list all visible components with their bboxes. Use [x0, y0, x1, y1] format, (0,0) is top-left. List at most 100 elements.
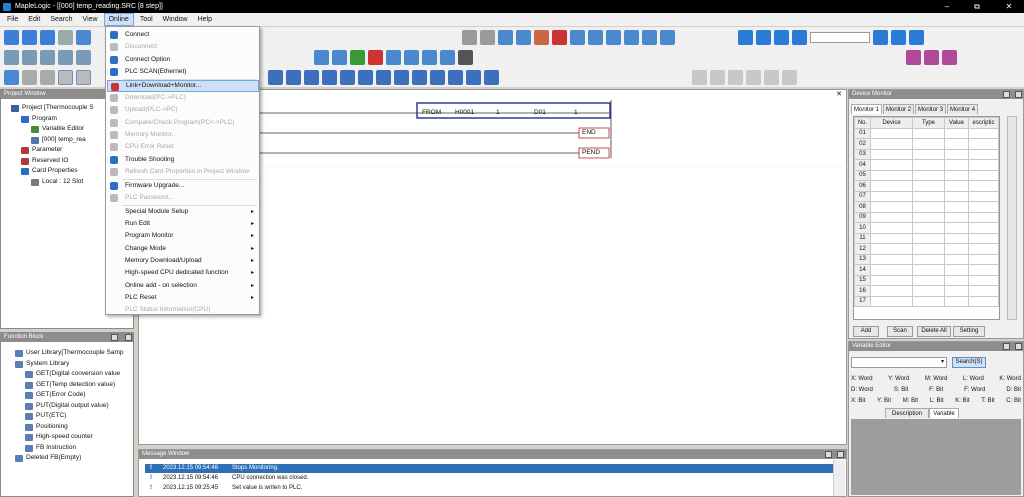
- setting-button[interactable]: Setting: [953, 326, 985, 337]
- menu-item[interactable]: Change Mode ▸: [107, 243, 259, 255]
- variable-type-option[interactable]: M: Bit: [903, 396, 918, 406]
- table-cell[interactable]: [968, 232, 999, 244]
- close-icon[interactable]: [125, 334, 132, 341]
- menu-file[interactable]: File: [3, 13, 22, 26]
- tool-icon[interactable]: [314, 49, 329, 65]
- tool-icon[interactable]: [728, 69, 743, 85]
- close-icon[interactable]: [1015, 91, 1022, 98]
- variable-type-option[interactable]: X: Bit: [851, 396, 865, 406]
- table-cell[interactable]: [870, 169, 913, 181]
- tool-icon[interactable]: [4, 49, 19, 65]
- table-cell[interactable]: [912, 211, 945, 223]
- undo-icon[interactable]: [462, 29, 477, 45]
- tree-item[interactable]: High-speed counter: [15, 432, 133, 443]
- table-cell[interactable]: [968, 148, 999, 160]
- tab-monitor-1[interactable]: Monitor 1: [851, 104, 883, 114]
- ladder-tool-icon[interactable]: [430, 69, 445, 85]
- table-cell[interactable]: [870, 201, 913, 213]
- table-cell[interactable]: [912, 222, 945, 234]
- table-cell[interactable]: [870, 148, 913, 160]
- table-cell[interactable]: [870, 264, 913, 276]
- toolbar-dropdown[interactable]: [810, 31, 870, 43]
- tab-variable[interactable]: Variable: [929, 408, 959, 418]
- variable-type-option[interactable]: C: Bit: [1006, 396, 1021, 406]
- tab-monitor-2[interactable]: Monitor 2: [883, 104, 915, 114]
- ladder-tool-icon[interactable]: [412, 69, 427, 85]
- table-cell[interactable]: [968, 138, 999, 150]
- tool-icon[interactable]: [458, 49, 473, 65]
- scrollbar[interactable]: [833, 460, 845, 496]
- redo-icon[interactable]: [480, 29, 495, 45]
- table-cell[interactable]: [870, 211, 913, 223]
- tree-item[interactable]: FB Instruction: [15, 443, 133, 454]
- tool-icon[interactable]: [58, 69, 73, 85]
- menu-search[interactable]: Search: [46, 13, 76, 26]
- table-cell[interactable]: [870, 285, 913, 297]
- table-row[interactable]: 17: [854, 295, 999, 307]
- menu-edit[interactable]: Edit: [24, 13, 44, 26]
- tool-icon[interactable]: [332, 49, 347, 65]
- table-cell[interactable]: [944, 148, 969, 160]
- tab-monitor-3[interactable]: Monitor 3: [915, 104, 947, 114]
- tool-icon[interactable]: [440, 49, 455, 65]
- device-icon[interactable]: [909, 29, 924, 45]
- tab-description[interactable]: Description: [885, 408, 929, 418]
- device-icon[interactable]: [774, 29, 789, 45]
- maximize-button[interactable]: ⧉: [962, 0, 992, 13]
- table-cell[interactable]: [912, 180, 945, 192]
- list-icon[interactable]: [606, 29, 621, 45]
- layout-icon[interactable]: [642, 29, 657, 45]
- tool-icon[interactable]: [746, 69, 761, 85]
- table-cell[interactable]: [944, 211, 969, 223]
- variable-type-option[interactable]: F: Word: [964, 385, 985, 395]
- table-row[interactable]: 11: [854, 232, 999, 244]
- table-row[interactable]: 06: [854, 180, 999, 192]
- dropdown-icon[interactable]: [1003, 343, 1010, 350]
- table-cell[interactable]: [968, 253, 999, 265]
- tool-icon[interactable]: [404, 49, 419, 65]
- menu-online[interactable]: Online: [103, 13, 134, 26]
- tool-icon[interactable]: [350, 49, 365, 65]
- tool-icon[interactable]: [906, 49, 921, 65]
- table-row[interactable]: 09: [854, 211, 999, 223]
- menu-item[interactable]: Special Module Setup ▸: [107, 206, 259, 218]
- tree-item[interactable]: Positioning: [15, 422, 133, 433]
- variable-type-option[interactable]: D: Bit: [1006, 385, 1021, 395]
- tree-item[interactable]: GET(Temp detection value): [15, 380, 133, 391]
- variable-type-option[interactable]: F: Bit: [929, 385, 943, 395]
- menu-item[interactable]: PLC Reset ▸: [107, 292, 259, 304]
- table-cell[interactable]: [912, 190, 945, 202]
- table-cell[interactable]: [944, 222, 969, 234]
- tool-icon[interactable]: [924, 49, 939, 65]
- menu-item[interactable]: PLC SCAN(Ethernet): [107, 66, 259, 78]
- menu-item[interactable]: Memory Download/Upload ▸: [107, 255, 259, 267]
- menu-item[interactable]: High-speed CPU dedicated function ▸: [107, 267, 259, 279]
- table-cell[interactable]: [968, 180, 999, 192]
- table-cell[interactable]: [968, 222, 999, 234]
- device-icon[interactable]: [891, 29, 906, 45]
- dropdown-icon[interactable]: [825, 451, 832, 458]
- table-cell[interactable]: [870, 159, 913, 171]
- table-cell[interactable]: [944, 159, 969, 171]
- table-cell[interactable]: [944, 295, 969, 307]
- add-button[interactable]: Add: [853, 326, 879, 337]
- ladder-tool-icon[interactable]: [286, 69, 301, 85]
- tool-icon[interactable]: [22, 49, 37, 65]
- table-cell[interactable]: [968, 127, 999, 139]
- table-cell[interactable]: [968, 295, 999, 307]
- ladder-tool-icon[interactable]: [304, 69, 319, 85]
- table-cell[interactable]: [944, 243, 969, 255]
- ladder-tool-icon[interactable]: [484, 69, 499, 85]
- table-row[interactable]: 05: [854, 169, 999, 181]
- table-row[interactable]: 01: [854, 127, 999, 139]
- table-cell[interactable]: [944, 190, 969, 202]
- table-cell[interactable]: [870, 253, 913, 265]
- ladder-tool-icon[interactable]: [466, 69, 481, 85]
- monitor-icon[interactable]: [570, 29, 585, 45]
- table-row[interactable]: 02: [854, 138, 999, 150]
- table-cell[interactable]: [944, 138, 969, 150]
- tab-monitor-4[interactable]: Monitor 4: [947, 104, 979, 114]
- ladder-tool-icon[interactable]: [376, 69, 391, 85]
- grid-icon[interactable]: [588, 29, 603, 45]
- zoom-in-icon[interactable]: [22, 69, 37, 85]
